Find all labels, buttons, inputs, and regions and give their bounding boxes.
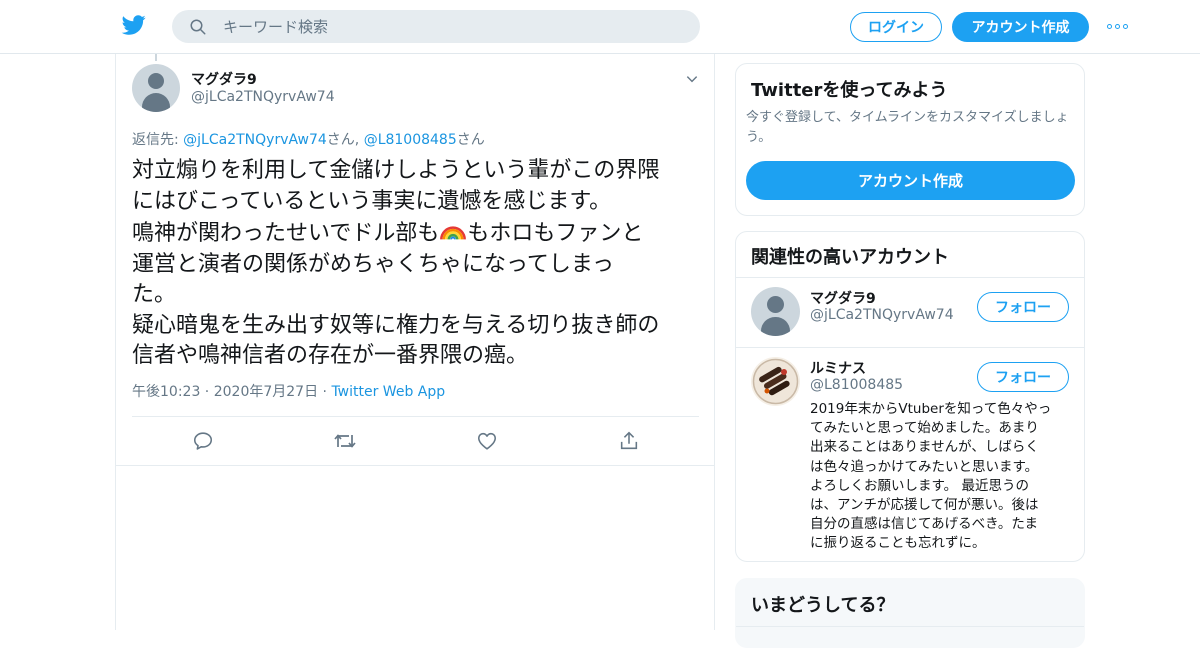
divider — [736, 277, 1084, 278]
login-button[interactable]: ログイン — [850, 12, 942, 42]
bio-line: てみたいと思って始めました。あまり — [810, 420, 1039, 437]
meta-separator: · — [200, 384, 214, 400]
retweet-icon[interactable] — [332, 428, 358, 454]
divider — [132, 416, 699, 417]
bio-line: は色々追っかけてみたいと思います。 — [810, 458, 1039, 475]
tweet-text-line: た。 — [132, 282, 177, 307]
follow-button[interactable]: フォロー — [977, 292, 1069, 322]
account-name[interactable]: マグダラ9 — [810, 288, 876, 308]
account-avatar[interactable] — [751, 287, 800, 336]
rainbow-emoji-icon — [440, 226, 467, 240]
reply-icon[interactable] — [190, 428, 216, 454]
signup-card-button[interactable]: アカウント作成 — [746, 161, 1075, 200]
related-accounts-title: 関連性の高いアカウント — [751, 247, 949, 268]
tweet-text: 対立煽りを利用して金儲けしようという輩がこの界隈 にはびこっているという事実に遺… — [132, 156, 702, 372]
tweet-metadata: 午後10:23 · 2020年7月27日 · Twitter Web App — [132, 381, 445, 401]
reply-to-suffix: さん — [456, 132, 485, 148]
share-icon[interactable] — [616, 428, 642, 454]
tweet-text-line: 運営と演者の関係がめちゃくちゃになってしまっ — [132, 251, 615, 277]
more-options-icon[interactable] — [1107, 20, 1131, 32]
signup-card-title: Twitterを使ってみよう — [751, 80, 948, 101]
tweet: マグダラ9 @jLCa2TNQyrvAw74 返信先: @jLCa2TNQyrv… — [116, 54, 714, 466]
top-navigation-bar: ログイン アカウント作成 — [0, 0, 1200, 54]
related-accounts-card: 関連性の高いアカウント マグダラ9 @jLCa2TNQyrvAw74 フォロー … — [735, 231, 1085, 562]
food-photo-avatar-icon — [752, 358, 799, 405]
tweet-time[interactable]: 午後10:23 — [132, 384, 200, 400]
like-heart-icon[interactable] — [474, 428, 500, 454]
bio-line: 出来ることはありませんが、しばらく — [810, 439, 1039, 456]
signup-button[interactable]: アカウント作成 — [952, 12, 1089, 42]
trends-card-title: いまどうしてる？ — [751, 595, 895, 616]
search-bar[interactable] — [172, 10, 700, 43]
bio-line: 2019年末からVtuberを知って色々やっ — [810, 401, 1052, 417]
tweet-text-line: 鳴神が関わったせいでドル部も もホロもファンと — [132, 217, 702, 250]
author-handle[interactable]: @jLCa2TNQyrvAw74 — [191, 89, 335, 105]
tweet-actions — [116, 428, 714, 454]
tweet-text-fragment: 鳴神が関わったせいでドル部も — [132, 221, 440, 246]
bio-line: 自分の直感は信じてあげるべき。たま — [810, 516, 1039, 533]
tweet-text-line: にはびこっているという事実に遺憾を感じます。 — [132, 188, 612, 214]
bio-line: に振り返ることも忘れずに。 — [810, 535, 986, 552]
signup-card: Twitterを使ってみよう 今すぐ登録して、タイムラインをカスタマイズしましょ… — [735, 63, 1085, 216]
reply-to-prefix: 返信先: — [132, 132, 184, 148]
reply-to-user-link[interactable]: @L81008485 — [364, 132, 457, 148]
search-icon — [190, 19, 206, 34]
signup-card-description: 今すぐ登録して、タイムラインをカスタマイズしましょう。 — [746, 110, 1069, 145]
meta-separator: · — [318, 384, 332, 400]
account-avatar[interactable] — [751, 357, 800, 406]
main-column: マグダラ9 @jLCa2TNQyrvAw74 返信先: @jLCa2TNQyrv… — [115, 54, 715, 630]
author-name[interactable]: マグダラ9 — [191, 69, 257, 89]
account-handle[interactable]: @L81008485 — [810, 377, 903, 393]
bio-line: よろしくお願いします。 最近思うの — [810, 477, 1029, 494]
author-avatar[interactable] — [132, 64, 180, 112]
trends-card: いまどうしてる？ — [735, 578, 1085, 648]
twitter-bird-logo-icon[interactable] — [121, 13, 147, 37]
tweet-source-link[interactable]: Twitter Web App — [331, 384, 445, 400]
reply-to-suffix: さん, — [326, 132, 364, 148]
reply-to-user-link[interactable]: @jLCa2TNQyrvAw74 — [183, 132, 327, 148]
tweet-text-fragment: もホロもファンと — [467, 221, 644, 246]
bio-line: は、アンチが応援して何が悪い。後は — [810, 497, 1039, 514]
follow-button[interactable]: フォロー — [977, 362, 1069, 392]
account-bio: 2019年末からVtuberを知って色々やっ てみたいと思って始めました。あまり… — [810, 400, 1072, 554]
tweet-text-line: 対立煽りを利用して金儲けしようという輩がこの界隈 — [132, 158, 660, 183]
tweet-text-line: 信者や鳴神信者の存在が一番界隈の癌。 — [132, 343, 529, 368]
search-input[interactable] — [223, 17, 663, 36]
tweet-date[interactable]: 2020年7月27日 — [214, 384, 318, 400]
account-name[interactable]: ルミナス — [810, 358, 866, 378]
divider — [736, 626, 1084, 627]
tweet-text-line: 疑心暗鬼を生み出す奴等に権力を与える切り抜き師の — [132, 312, 660, 338]
divider — [736, 347, 1084, 348]
account-handle[interactable]: @jLCa2TNQyrvAw74 — [810, 307, 954, 323]
chevron-down-icon[interactable] — [685, 72, 699, 86]
reply-to-line: 返信先: @jLCa2TNQyrvAw74さん, @L81008485さん — [132, 129, 485, 149]
